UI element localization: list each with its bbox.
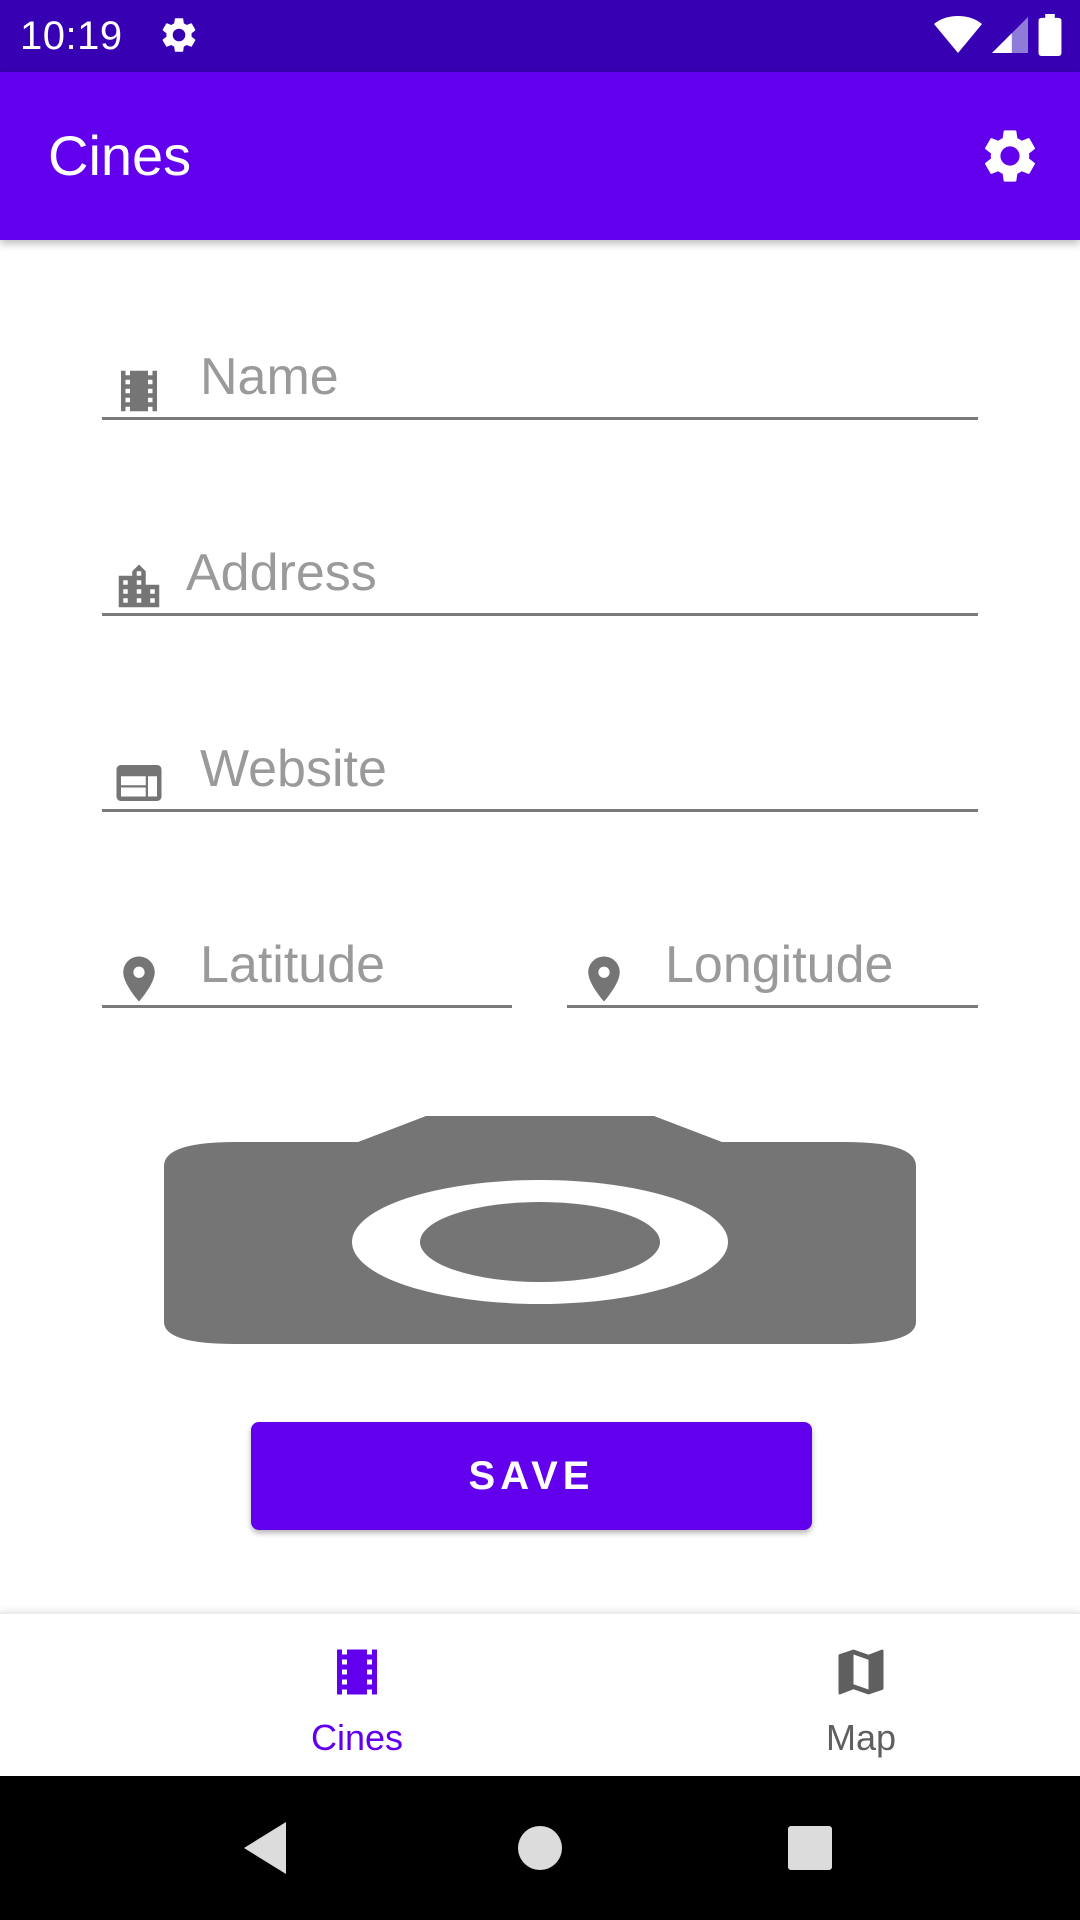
movie-film-icon [337, 1649, 377, 1695]
website-field[interactable]: Website [102, 740, 978, 812]
name-placeholder: Name [200, 348, 339, 406]
latitude-placeholder: Latitude [200, 936, 386, 994]
app-title: Cines [48, 124, 192, 187]
system-navigation-bar [0, 1776, 1080, 1920]
signal-icon [992, 17, 1028, 53]
nav-label-cines: Cines [310, 1717, 404, 1758]
address-placeholder: Address [186, 544, 377, 602]
back-icon[interactable] [236, 1816, 300, 1880]
settings-icon [162, 18, 196, 52]
status-icons [934, 12, 1062, 58]
camera-icon[interactable] [164, 1116, 916, 1344]
settings-icon[interactable] [978, 124, 1042, 188]
city-building-icon [118, 564, 160, 608]
wifi-icon [934, 16, 982, 53]
nav-label-map: Map [825, 1717, 897, 1758]
movie-film-icon [121, 370, 157, 412]
map-icon [838, 1649, 884, 1695]
recents-icon[interactable] [778, 1816, 842, 1880]
status-bar: 10:19 [0, 0, 1080, 72]
nav-item-cines[interactable]: Cines [207, 1614, 507, 1778]
location-pin-icon [588, 956, 620, 1002]
web-icon [116, 765, 162, 801]
website-placeholder: Website [200, 740, 387, 798]
app-bar: Cines [0, 72, 1080, 240]
latitude-field[interactable]: Latitude [102, 936, 512, 1008]
longitude-placeholder: Longitude [665, 936, 894, 994]
bottom-navigation: Cines Map [0, 1612, 1080, 1776]
nav-item-map[interactable]: Map [711, 1614, 1011, 1778]
longitude-field[interactable]: Longitude [567, 936, 978, 1008]
battery-icon [1038, 14, 1062, 56]
status-time: 10:19 [20, 14, 123, 58]
home-icon[interactable] [508, 1816, 572, 1880]
save-button[interactable]: SAVE [251, 1422, 812, 1530]
address-field[interactable]: Address [102, 544, 978, 616]
location-pin-icon [123, 956, 155, 1002]
name-field[interactable]: Name [102, 348, 978, 420]
